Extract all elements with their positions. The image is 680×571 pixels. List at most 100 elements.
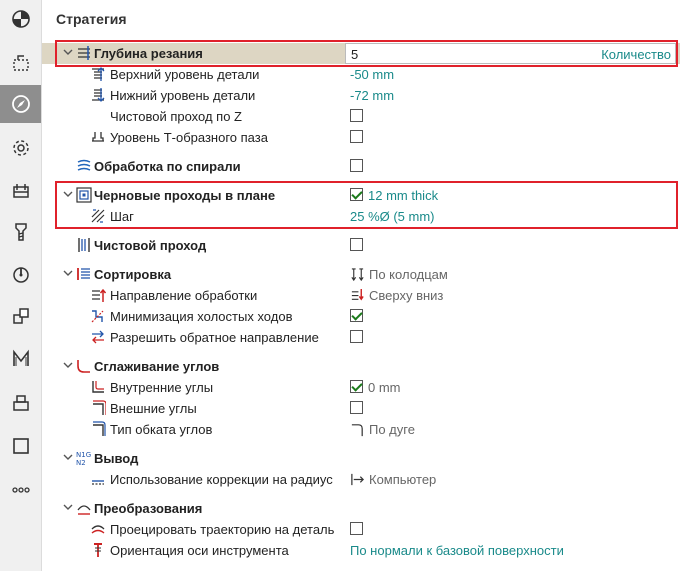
top-level-icon xyxy=(92,67,105,81)
chevron-down-icon[interactable] xyxy=(62,46,74,58)
depth-unit[interactable]: Количество xyxy=(601,47,671,62)
output-label: Вывод xyxy=(94,451,139,466)
nc-code-icon: N1GN2 xyxy=(76,451,91,466)
project-label: Проецировать траекторию на деталь xyxy=(110,522,335,537)
cubes-icon[interactable] xyxy=(0,297,41,335)
direction-label: Направление обработки xyxy=(110,288,258,303)
inner-value[interactable]: 0 mm xyxy=(368,380,401,395)
top-level-label: Верхний уровень детали xyxy=(110,67,260,82)
square-icon[interactable] xyxy=(0,427,41,465)
feed-icon[interactable] xyxy=(0,255,41,293)
top-level-row[interactable]: Верхний уровень детали -50 mm xyxy=(42,64,680,85)
chevron-down-icon[interactable] xyxy=(62,451,74,463)
t-slot-checkbox[interactable] xyxy=(350,130,363,143)
step-row[interactable]: Шаг 25 %Ø (5 mm) xyxy=(42,206,680,227)
rough-value[interactable]: 12 mm thick xyxy=(368,188,438,203)
project-checkbox[interactable] xyxy=(350,522,363,535)
minimize-row[interactable]: Минимизация холостых ходов xyxy=(42,306,680,327)
rough-label: Черновые проходы в плане xyxy=(94,188,276,203)
reverse-checkbox[interactable] xyxy=(350,330,363,343)
rough-checkbox[interactable] xyxy=(350,188,363,201)
finish-z-label: Чистовой проход по Z xyxy=(110,109,242,124)
corner-type-row[interactable]: Тип обката углов По дуге xyxy=(42,419,680,440)
minimize-checkbox[interactable] xyxy=(350,309,363,322)
t-slot-row[interactable]: Уровень Т-образного паза xyxy=(42,127,680,148)
spiral-label: Обработка по спирали xyxy=(94,159,241,174)
strategy-panel: Стратегия Глубина резания 5 Количество В… xyxy=(42,0,680,571)
by-pockets-icon xyxy=(351,268,364,282)
finish-pass-icon xyxy=(78,238,90,252)
orientation-row[interactable]: Ориентация оси инструмента По нормали к … xyxy=(42,540,680,561)
tool-axis-icon xyxy=(94,543,102,557)
spiral-icon xyxy=(77,159,91,171)
arc-icon xyxy=(351,424,363,437)
orientation-value[interactable]: По нормали к базовой поверхности xyxy=(350,543,564,558)
step-icon xyxy=(91,209,105,223)
smoothing-label: Сглаживание углов xyxy=(94,359,220,374)
step-value[interactable]: 25 %Ø (5 mm) xyxy=(350,209,435,224)
toolpath-icon[interactable] xyxy=(0,172,41,210)
depth-value: 5 xyxy=(351,47,359,62)
more-icon[interactable] xyxy=(0,471,41,509)
project-row[interactable]: Проецировать траекторию на деталь xyxy=(42,519,680,540)
chevron-down-icon[interactable] xyxy=(62,188,74,200)
outer-label: Внешние углы xyxy=(110,401,197,416)
compass-icon[interactable] xyxy=(0,85,41,123)
bottom-level-icon xyxy=(92,88,105,102)
inner-row[interactable]: Внутренние углы 0 mm xyxy=(42,377,680,398)
depth-label: Глубина резания xyxy=(94,46,203,61)
corner-type-value[interactable]: По дуге xyxy=(369,422,415,437)
project-icon xyxy=(91,525,105,534)
spiral-row[interactable]: Обработка по спирали xyxy=(42,156,680,177)
macro-icon[interactable] xyxy=(0,340,41,378)
chevron-down-icon[interactable] xyxy=(62,501,74,513)
finish-row[interactable]: Чистовой проход xyxy=(42,235,680,256)
radius-comp-icon xyxy=(92,480,104,485)
bottom-level-row[interactable]: Нижний уровень детали -72 mm xyxy=(42,85,680,106)
inner-checkbox[interactable] xyxy=(350,380,363,393)
depth-input[interactable]: 5 Количество xyxy=(345,43,676,64)
depth-row[interactable]: Глубина резания 5 Количество xyxy=(42,43,680,64)
machine-icon[interactable] xyxy=(0,384,41,422)
sort-row[interactable]: Сортировка По колодцам xyxy=(42,264,680,285)
radius-comp-row[interactable]: Использование коррекции на радиус Компью… xyxy=(42,469,680,490)
corner-smoothing-icon xyxy=(77,360,90,373)
t-slot-icon xyxy=(92,132,104,142)
spiral-checkbox[interactable] xyxy=(350,159,363,172)
step-label: Шаг xyxy=(110,209,134,224)
finish-z-row[interactable]: Чистовой проход по Z xyxy=(42,106,680,127)
inner-label: Внутренние углы xyxy=(110,380,214,395)
finish-z-checkbox[interactable] xyxy=(350,109,363,122)
svg-text:N1G: N1G xyxy=(76,451,91,459)
stock-origin-icon[interactable] xyxy=(0,0,41,38)
radius-comp-value[interactable]: Компьютер xyxy=(369,472,436,487)
finish-label: Чистовой проход xyxy=(94,238,207,253)
direction-value[interactable]: Сверху вниз xyxy=(369,288,443,303)
bottom-level-value[interactable]: -72 mm xyxy=(350,88,394,103)
tool-icon[interactable] xyxy=(0,213,41,251)
chevron-down-icon[interactable] xyxy=(62,267,74,279)
gear-icon[interactable] xyxy=(0,129,41,167)
orientation-label: Ориентация оси инструмента xyxy=(110,543,289,558)
bottom-level-label: Нижний уровень детали xyxy=(110,88,256,103)
computer-comp-icon xyxy=(351,473,364,486)
rough-pass-icon xyxy=(76,187,92,203)
output-row[interactable]: N1G N2 Вывод xyxy=(42,448,680,469)
boundary-icon[interactable] xyxy=(0,44,41,82)
minimize-moves-icon xyxy=(91,310,104,323)
minimize-label: Минимизация холостых ходов xyxy=(110,309,293,324)
t-slot-label: Уровень Т-образного паза xyxy=(110,130,268,145)
top-level-value[interactable]: -50 mm xyxy=(350,67,394,82)
panel-title: Стратегия xyxy=(56,11,127,27)
direction-row[interactable]: Направление обработки Сверху вниз xyxy=(42,285,680,306)
outer-checkbox[interactable] xyxy=(350,401,363,414)
outer-row[interactable]: Внешние углы xyxy=(42,398,680,419)
rough-row[interactable]: Черновые проходы в плане 12 mm thick xyxy=(42,185,680,206)
reverse-row[interactable]: Разрешить обратное направление xyxy=(42,327,680,348)
finish-checkbox[interactable] xyxy=(350,238,363,251)
chevron-down-icon[interactable] xyxy=(62,359,74,371)
transform-row[interactable]: Преобразования xyxy=(42,498,680,519)
smoothing-row[interactable]: Сглаживание углов xyxy=(42,356,680,377)
sort-label: Сортировка xyxy=(94,267,172,282)
sort-value[interactable]: По колодцам xyxy=(369,267,448,282)
